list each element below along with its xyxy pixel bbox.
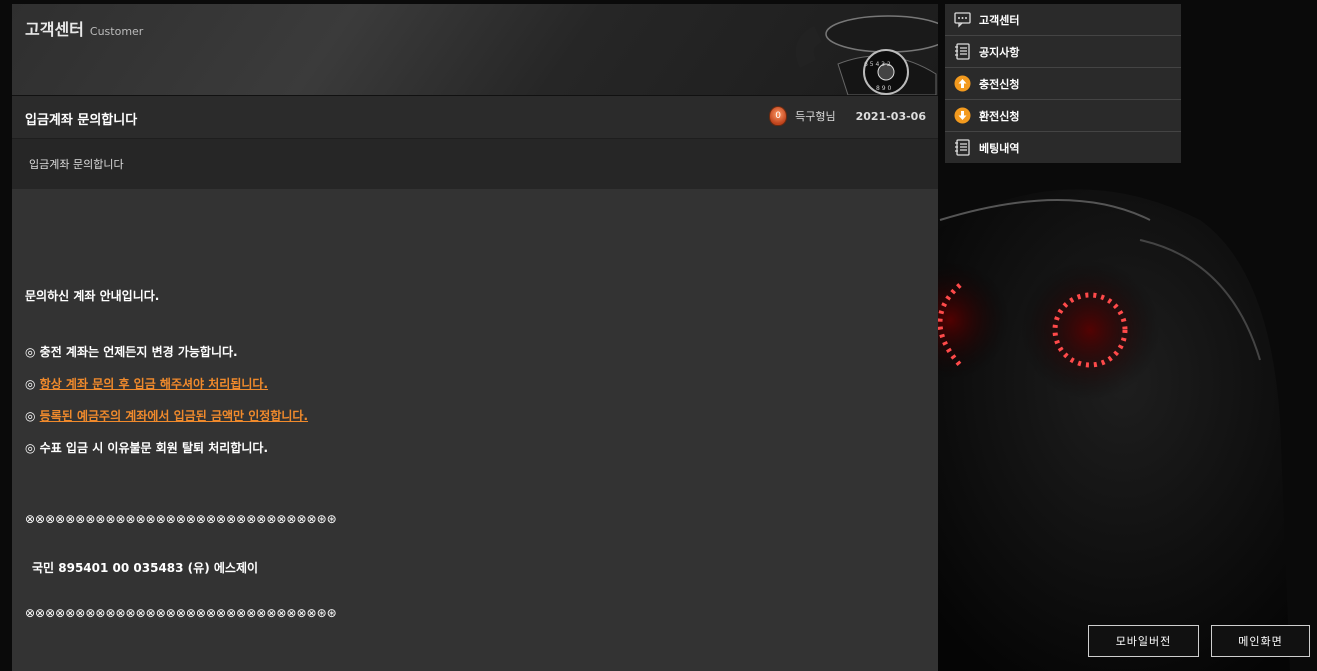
arrow-up-icon — [954, 75, 971, 92]
post-question: 입금계좌 문의합니다 — [12, 139, 938, 189]
answer-line-text: 등록된 예금주의 계좌에서 입금된 금액만 인정합니다. — [39, 409, 309, 423]
menu-item-label: 환전신청 — [979, 109, 1020, 123]
separator-line: ⊗⊗⊗⊗⊗⊗⊗⊗⊗⊗⊗⊗⊗⊗⊗⊗⊗⊗⊗⊗⊗⊗⊗⊗⊗⊗⊗⊗⊗⊛⊛ — [25, 512, 337, 526]
answer-body: 문의하신 계좌 안내입니다. ◎ 충전 계좌는 언제든지 변경 가능합니다. ◎… — [12, 189, 938, 620]
answer-intro: 문의하신 계좌 안내입니다. — [25, 289, 160, 303]
post-title: 입금계좌 문의합니다 — [25, 113, 138, 128]
level-badge-icon: 0 — [769, 106, 788, 126]
menu-item-notice[interactable]: 공지사항 — [945, 36, 1181, 68]
question-text: 입금계좌 문의합니다 — [29, 158, 124, 171]
answer-line: ◎ 등록된 예금주의 계좌에서 입금된 금액만 인정합니다. — [25, 407, 925, 424]
bullet-icon: ◎ — [25, 345, 36, 359]
page-subtitle: Customer — [89, 25, 144, 38]
content-panel: 고객센터 Customer 6 5 4 3 2 8 9 0 입금계좌 문의합니다 … — [12, 4, 938, 671]
notebook-icon — [954, 139, 971, 156]
menu-item-label: 고객센터 — [979, 13, 1020, 27]
answer-line: ◎ 항상 계좌 문의 후 입금 해주셔야 처리됩니다. — [25, 375, 925, 392]
answer-line: ◎ 수표 입금 시 이유불문 회원 탈퇴 처리합니다. — [25, 439, 925, 456]
menu-item-betting-history[interactable]: 베팅내역 — [945, 132, 1181, 163]
page-title-text: 고객센터 — [25, 20, 84, 39]
menu-item-label: 충전신청 — [979, 77, 1020, 91]
post-meta: 0 득구형님 2021-03-06 — [769, 106, 926, 126]
menu-item-customer-center[interactable]: 고객센터 — [945, 4, 1181, 36]
post-author: 득구형님 — [795, 110, 836, 123]
header-banner: 고객센터 Customer 6 5 4 3 2 8 9 0 — [12, 4, 938, 96]
answer-line-text: 수표 입금 시 이유불문 회원 탈퇴 처리합니다. — [39, 441, 269, 455]
separator-line: ⊗⊗⊗⊗⊗⊗⊗⊗⊗⊗⊗⊗⊗⊗⊗⊗⊗⊗⊗⊗⊗⊗⊗⊗⊗⊗⊗⊗⊗⊛⊛ — [25, 606, 337, 620]
mobile-version-button[interactable]: 모바일버전 — [1088, 625, 1199, 657]
post-date: 2021-03-06 — [855, 109, 926, 123]
main-page-button[interactable]: 메인화면 — [1211, 625, 1310, 657]
answer-line: ◎ 충전 계좌는 언제든지 변경 가능합니다. — [25, 343, 925, 360]
bullet-icon: ◎ — [25, 441, 36, 455]
bullet-icon: ◎ — [25, 409, 36, 423]
menu-item-label: 공지사항 — [979, 45, 1020, 59]
notebook-icon — [954, 43, 971, 60]
bullet-icon: ◎ — [25, 377, 36, 391]
svg-text:6 5 4 3 2: 6 5 4 3 2 — [864, 61, 891, 68]
svg-text:8 9 0: 8 9 0 — [876, 85, 891, 92]
page-title: 고객센터 Customer — [25, 16, 143, 40]
post-header: 입금계좌 문의합니다 0 득구형님 2021-03-06 — [12, 96, 938, 139]
answer-line-text: 충전 계좌는 언제든지 변경 가능합니다. — [39, 345, 238, 359]
chat-icon — [954, 11, 971, 28]
menu-item-deposit[interactable]: 충전신청 — [945, 68, 1181, 100]
telephone-icon: 6 5 4 3 2 8 9 0 — [795, 15, 938, 95]
arrow-down-icon — [954, 107, 971, 124]
account-info: 국민 895401 00 035483 (유) 에스제이 — [32, 561, 259, 575]
background-helmet-art — [900, 160, 1317, 671]
menu-item-withdraw[interactable]: 환전신청 — [945, 100, 1181, 132]
answer-line-text: 항상 계좌 문의 후 입금 해주셔야 처리됩니다. — [39, 377, 269, 391]
menu-item-label: 베팅내역 — [979, 141, 1020, 155]
quick-menu: 고객센터 공지사항 충전신청 환전신청 베팅내역 — [945, 4, 1181, 163]
